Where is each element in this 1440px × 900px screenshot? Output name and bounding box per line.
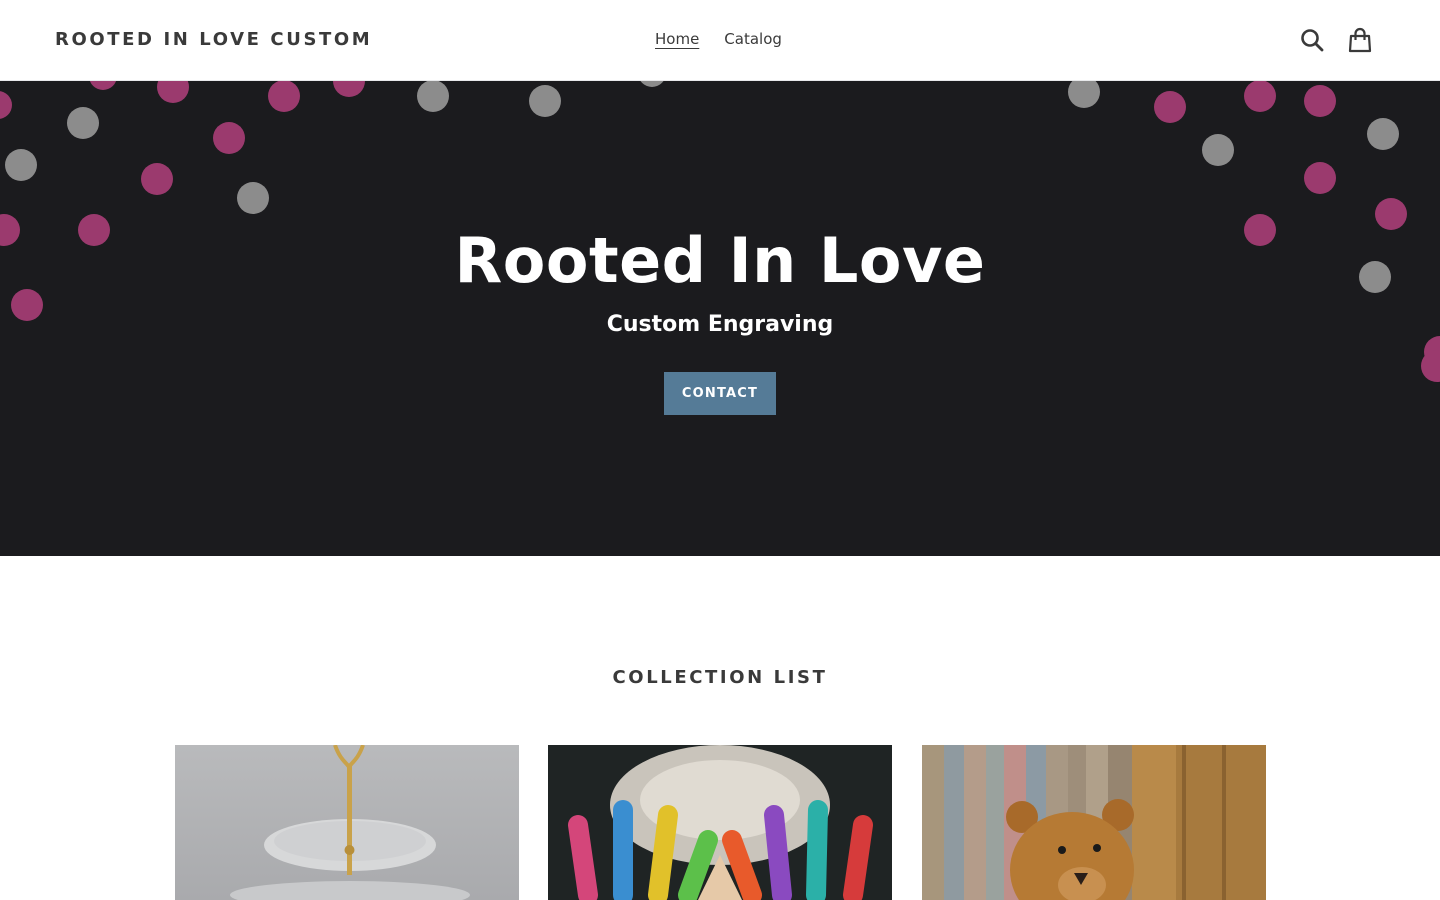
painted-hands-image (548, 745, 892, 900)
cake-stand-image (175, 745, 519, 900)
main-nav: Home Catalog (655, 30, 782, 48)
hero-subtitle: Custom Engraving (606, 312, 834, 337)
collection-list-title: COLLECTION LIST (612, 667, 828, 688)
cart-icon[interactable] (1347, 27, 1373, 53)
hero-title: Rooted In Love (454, 224, 986, 297)
search-icon[interactable] (1299, 27, 1325, 53)
site-logo[interactable]: ROOTED IN LOVE CUSTOM (55, 29, 372, 50)
nav-item-home[interactable]: Home (655, 30, 699, 48)
teddy-bear-image (922, 745, 1266, 900)
nav-item-catalog[interactable]: Catalog (724, 30, 782, 48)
collection-card-painted-hands[interactable] (548, 745, 892, 900)
collection-card-teddy-bear[interactable] (922, 745, 1266, 900)
collection-card-cake-stand[interactable] (175, 745, 519, 900)
site-header: ROOTED IN LOVE CUSTOM Home Catalog (0, 0, 1440, 81)
contact-button[interactable]: CONTACT (664, 372, 776, 415)
hero-banner: Rooted In Love Custom Engraving CONTACT (0, 81, 1440, 556)
